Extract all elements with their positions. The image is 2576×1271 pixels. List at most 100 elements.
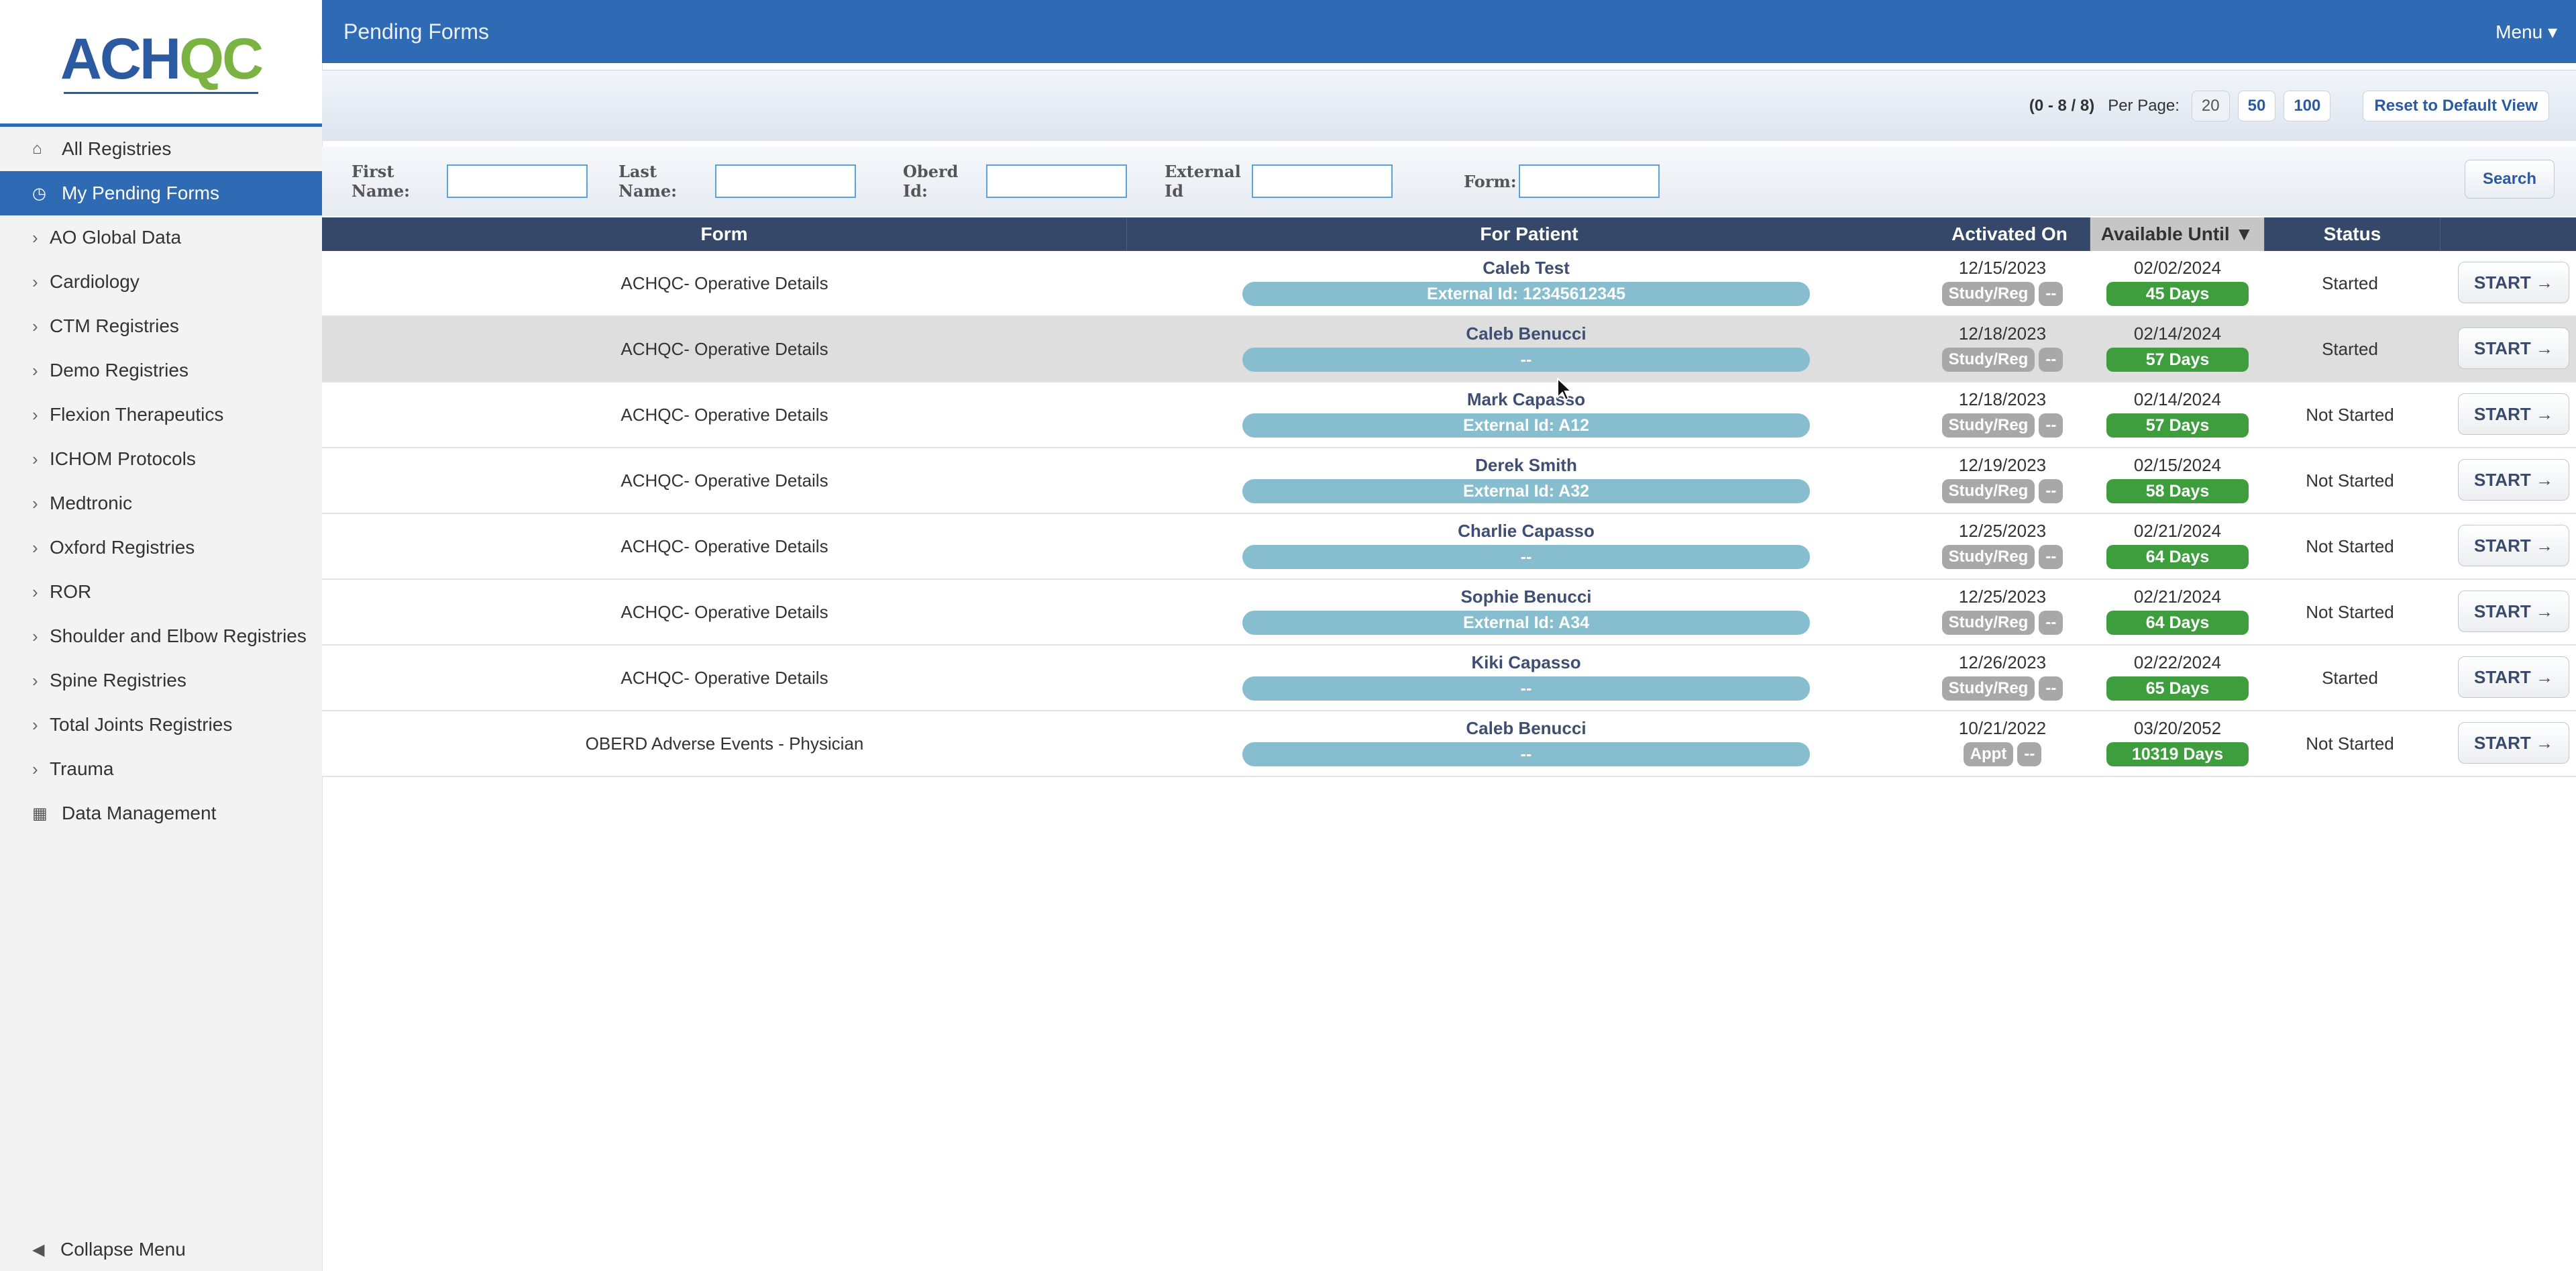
sidebar-item-label: ICHOM Protocols <box>50 448 196 469</box>
form-input[interactable] <box>1519 164 1660 198</box>
type-tag: Study/Reg <box>1941 545 2035 569</box>
patient-cell: Caleb Benucci -- <box>1242 717 1810 766</box>
external-id-pill: External Id: A34 <box>1242 611 1810 635</box>
external-id-pill: External Id: A12 <box>1242 413 1810 438</box>
per-page-20-button[interactable]: 20 <box>2191 90 2230 121</box>
start-button[interactable]: START → <box>2458 591 2569 632</box>
patient-cell: Charlie Capasso -- <box>1242 519 1810 569</box>
chevron-right-icon: › <box>32 448 38 469</box>
sidebar-item-all-registries[interactable]: ⌂ All Registries <box>0 127 322 171</box>
search-button[interactable]: Search <box>2464 160 2555 199</box>
patient-name: Sophie Benucci <box>1460 587 1592 607</box>
days-remaining-badge: 45 Days <box>2106 282 2249 306</box>
activated-cell: 12/25/2023 Study/Reg -- <box>1932 585 2073 635</box>
start-button[interactable]: START → <box>2458 722 2569 764</box>
start-button[interactable]: START → <box>2458 327 2569 369</box>
column-header-form[interactable]: Form <box>322 217 1127 251</box>
available-date: 02/21/2024 <box>2133 521 2222 541</box>
patient-cell: Derek Smith External Id: A32 <box>1242 454 1810 503</box>
available-cell: 02/14/2024 57 Days <box>2090 322 2265 372</box>
start-button[interactable]: START → <box>2458 525 2569 566</box>
main-content: Pending Forms Menu ▾ (0 - 8 / 8) Per Pag… <box>322 0 2576 1271</box>
collapse-menu-button[interactable]: ◀ Collapse Menu <box>32 1239 186 1260</box>
sidebar-item-label: Medtronic <box>50 493 132 513</box>
sidebar-item-demo-registries[interactable]: › Demo Registries <box>0 348 322 393</box>
sidebar-item-ror[interactable]: › ROR <box>0 570 322 614</box>
chevron-right-icon: › <box>32 315 38 336</box>
chevron-right-icon: › <box>32 493 38 513</box>
sidebar-item-label: Oxford Registries <box>50 537 195 558</box>
sidebar-item-flexion-therapeutics[interactable]: › Flexion Therapeutics <box>0 393 322 437</box>
form-label: Form: <box>1464 171 1517 191</box>
sidebar-item-shoulder-and-elbow-registries[interactable]: › Shoulder and Elbow Registries <box>0 614 322 658</box>
sidebar-item-spine-registries[interactable]: › Spine Registries <box>0 658 322 703</box>
sidebar-item-ctm-registries[interactable]: › CTM Registries <box>0 304 322 348</box>
patient-name: Kiki Capasso <box>1471 652 1581 672</box>
sidebar-item-label: Shoulder and Elbow Registries <box>50 625 307 646</box>
start-button[interactable]: START → <box>2458 393 2569 435</box>
available-cell: 02/14/2024 57 Days <box>2090 388 2265 438</box>
sidebar-item-label: Trauma <box>50 758 114 779</box>
per-page-100-button[interactable]: 100 <box>2284 90 2331 121</box>
sidebar-item-my-pending-forms[interactable]: ◷ My Pending Forms <box>0 171 322 215</box>
sidebar-item-label: My Pending Forms <box>62 183 219 203</box>
type-tag: Study/Reg <box>1941 479 2035 503</box>
external-id-input[interactable] <box>1252 164 1393 198</box>
sidebar-item-data-management[interactable]: ▦ Data Management <box>0 791 322 835</box>
column-header-available[interactable]: Available Until ▼ <box>2090 217 2265 251</box>
external-id-pill: -- <box>1242 676 1810 701</box>
chevron-right-icon: › <box>32 537 38 558</box>
oberd-id-input[interactable] <box>986 164 1127 198</box>
sidebar-item-total-joints-registries[interactable]: › Total Joints Registries <box>0 703 322 747</box>
last-name-input[interactable] <box>715 164 856 198</box>
start-button[interactable]: START → <box>2458 459 2569 501</box>
activated-cell: 12/25/2023 Study/Reg -- <box>1932 519 2073 569</box>
days-remaining-badge: 57 Days <box>2106 413 2249 438</box>
clock-icon: ◷ <box>32 184 46 203</box>
sidebar-item-medtronic[interactable]: › Medtronic <box>0 481 322 525</box>
days-remaining-badge: 64 Days <box>2106 611 2249 635</box>
table-row: OBERD Adverse Events - Physician Caleb Be… <box>322 711 2576 777</box>
form-name: ACHQC- Operative Details <box>621 272 828 293</box>
chevron-right-icon: › <box>32 670 38 691</box>
per-page-50-button[interactable]: 50 <box>2237 90 2276 121</box>
activated-cell: 12/18/2023 Study/Reg -- <box>1932 388 2073 438</box>
chevron-right-icon: › <box>32 625 38 646</box>
patient-cell: Mark Capasso External Id: A12 <box>1242 388 1810 438</box>
chevron-right-icon: › <box>32 581 38 602</box>
sidebar-item-ichom-protocols[interactable]: › ICHOM Protocols <box>0 437 322 481</box>
logo[interactable]: ACHQC <box>0 0 322 127</box>
days-remaining-badge: 58 Days <box>2106 479 2249 503</box>
first-name-label: First Name: <box>352 162 411 201</box>
sidebar-item-ao-global-data[interactable]: › AO Global Data <box>0 215 322 260</box>
days-remaining-badge: 64 Days <box>2106 545 2249 569</box>
form-name: ACHQC- Operative Details <box>621 338 828 359</box>
reset-default-view-button[interactable]: Reset to Default View <box>2363 90 2549 121</box>
available-date: 02/22/2024 <box>2133 652 2222 672</box>
status-text: Started <box>2322 338 2378 359</box>
available-cell: 02/21/2024 64 Days <box>2090 519 2265 569</box>
external-id-pill: -- <box>1242 545 1810 569</box>
sidebar-item-cardiology[interactable]: › Cardiology <box>0 260 322 304</box>
start-button[interactable]: START → <box>2458 262 2569 303</box>
column-header-activated[interactable]: Activated On <box>1929 217 2090 251</box>
days-remaining-badge: 10319 Days <box>2106 742 2249 766</box>
available-cell: 02/02/2024 45 Days <box>2090 256 2265 306</box>
sidebar-item-label: All Registries <box>62 138 172 159</box>
sidebar-item-oxford-registries[interactable]: › Oxford Registries <box>0 525 322 570</box>
sidebar-item-trauma[interactable]: › Trauma <box>0 747 322 791</box>
form-name: ACHQC- Operative Details <box>621 536 828 556</box>
menu-button[interactable]: Menu ▾ <box>2496 21 2557 43</box>
patient-name: Charlie Capasso <box>1458 521 1595 541</box>
first-name-input[interactable] <box>447 164 588 198</box>
sidebar-item-label: Flexion Therapeutics <box>50 404 224 425</box>
activated-cell: 12/18/2023 Study/Reg -- <box>1932 322 2073 372</box>
activated-date: 12/25/2023 <box>1958 587 2047 607</box>
secondary-tag: -- <box>2017 742 2042 766</box>
secondary-tag: -- <box>2039 348 2063 372</box>
available-date: 02/02/2024 <box>2133 258 2222 278</box>
activated-date: 12/18/2023 <box>1958 389 2047 409</box>
sidebar-item-label: Cardiology <box>50 271 140 292</box>
column-header-status[interactable]: Status <box>2265 217 2440 251</box>
start-button[interactable]: START → <box>2458 656 2569 698</box>
